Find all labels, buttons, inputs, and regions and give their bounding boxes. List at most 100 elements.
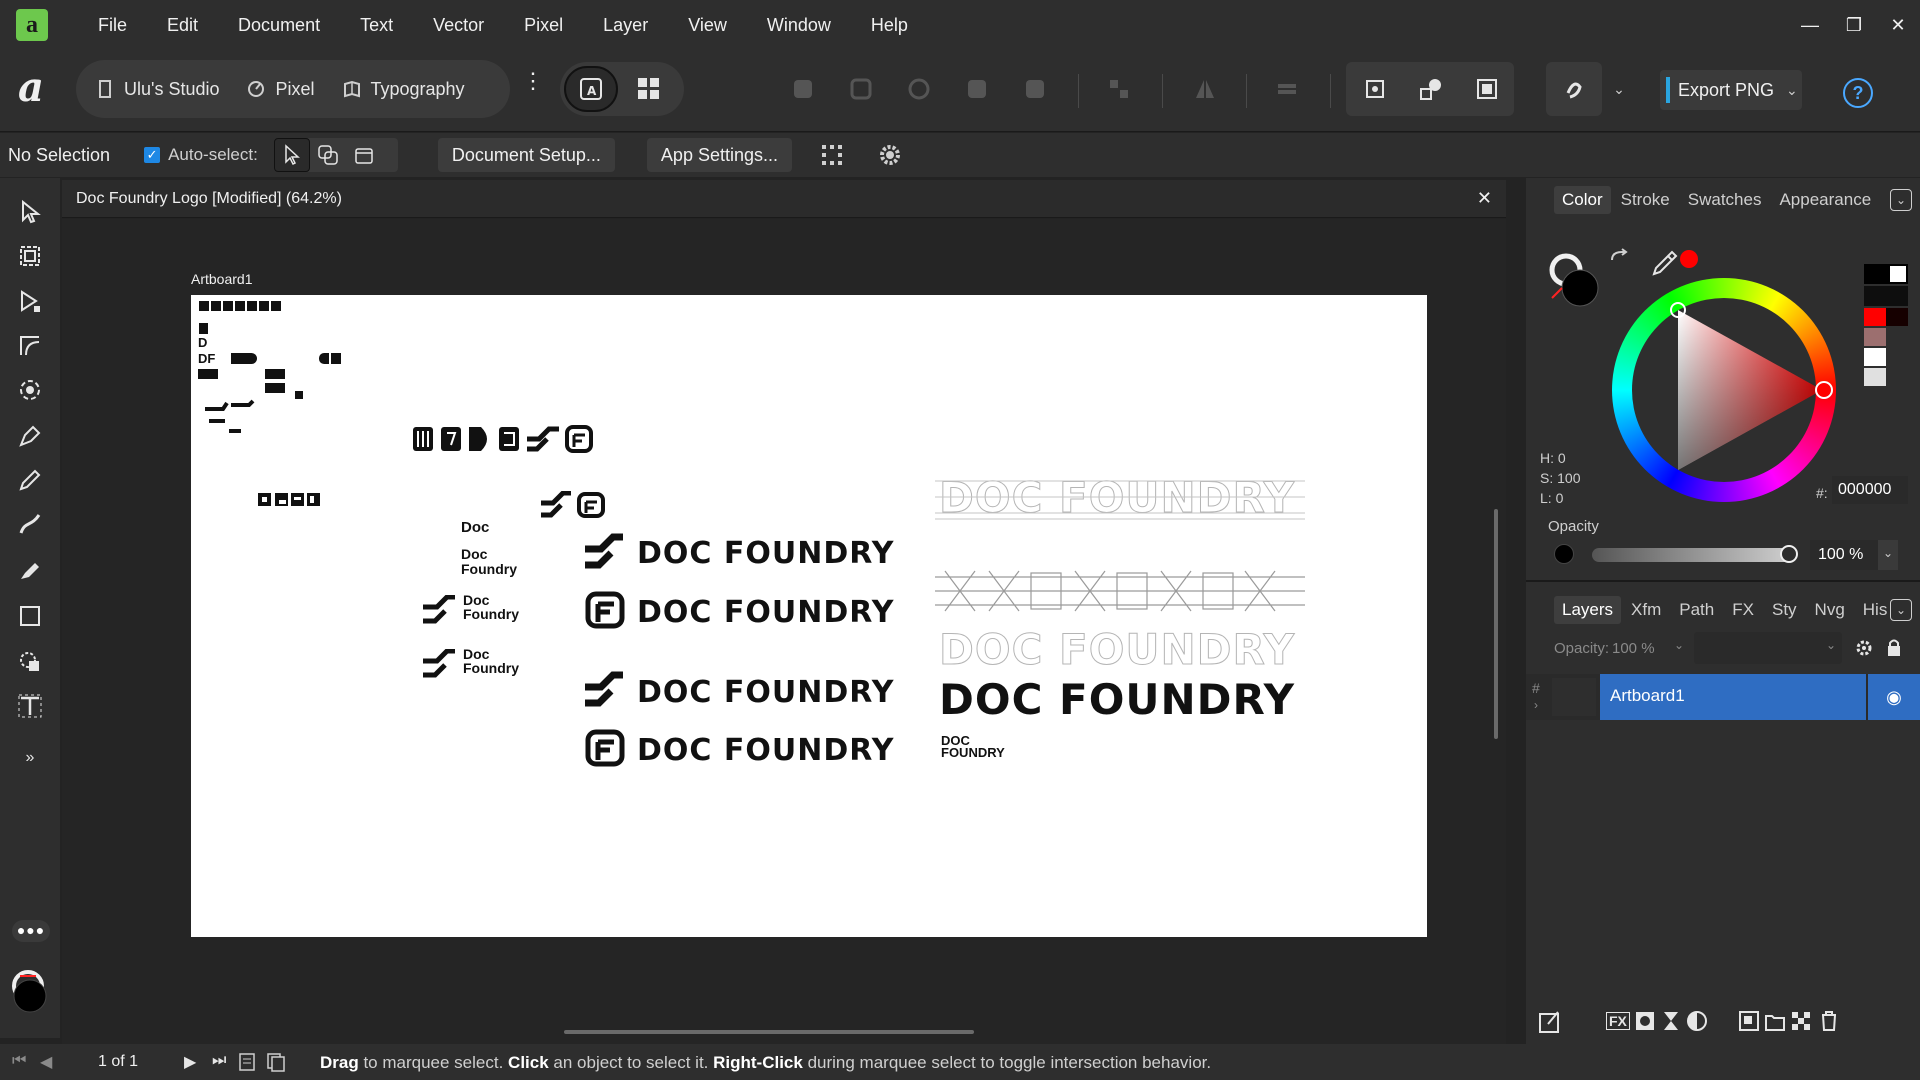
rectangle-tool-icon[interactable] bbox=[10, 596, 50, 636]
doc-label[interactable]: Doc bbox=[461, 520, 489, 535]
fill-stroke-swatch-icon[interactable] bbox=[10, 968, 52, 1013]
glyph-mark[interactable] bbox=[211, 301, 221, 311]
restore-icon[interactable]: ❐ bbox=[1832, 3, 1876, 47]
wordmark-lockup-1[interactable]: DOC FOUNDRY bbox=[637, 536, 894, 571]
layer-row[interactable]: # › Artboard1 ◉ bbox=[1526, 674, 1920, 720]
menu-edit[interactable]: Edit bbox=[147, 0, 218, 50]
artboard[interactable]: D DF Doc Doc Foundry Doc Foundry Doc Fou… bbox=[191, 295, 1427, 937]
menu-window[interactable]: Window bbox=[747, 0, 851, 50]
collapse-panel-icon[interactable]: ⌄ bbox=[1890, 189, 1912, 211]
s-mark-icon[interactable] bbox=[421, 595, 459, 625]
persona-typography[interactable]: Typography bbox=[343, 79, 465, 100]
snapping-icon[interactable] bbox=[1414, 72, 1448, 106]
next-page-icon[interactable]: ▶ bbox=[184, 1052, 196, 1072]
collapse-layers-icon[interactable]: ⌄ bbox=[1890, 599, 1912, 621]
grid-snap-icon[interactable] bbox=[814, 138, 850, 172]
hourglass-icon[interactable] bbox=[1660, 1010, 1682, 1032]
small-icon-set[interactable] bbox=[257, 491, 323, 509]
swatch-red[interactable] bbox=[1864, 308, 1886, 326]
wordmark-lockup-3[interactable]: DOC FOUNDRY bbox=[637, 675, 894, 710]
grid-view-icon[interactable] bbox=[622, 66, 676, 112]
menu-document[interactable]: Document bbox=[218, 0, 340, 50]
opacity-slider[interactable] bbox=[1592, 545, 1798, 563]
artboard-tool-icon[interactable] bbox=[10, 236, 50, 276]
more-tools-icon[interactable]: ●●● bbox=[12, 920, 50, 942]
tab-appearance[interactable]: Appearance bbox=[1771, 186, 1879, 214]
swatch-white-2[interactable] bbox=[1864, 348, 1886, 366]
tab-color[interactable]: Color bbox=[1554, 186, 1611, 214]
logo-icon-row[interactable] bbox=[411, 423, 595, 455]
add-shape-icon[interactable] bbox=[786, 72, 820, 106]
layer-name-cell[interactable]: Artboard1 bbox=[1600, 674, 1866, 720]
doc-label-stack[interactable]: Doc bbox=[461, 547, 487, 562]
close-window-icon[interactable]: ✕ bbox=[1876, 3, 1920, 47]
tab-swatches[interactable]: Swatches bbox=[1680, 186, 1770, 214]
tab-transform[interactable]: Xfm bbox=[1623, 596, 1669, 624]
assistant-icon[interactable] bbox=[1557, 72, 1591, 106]
opacity-color-swatch[interactable] bbox=[1554, 544, 1574, 564]
picked-color-swatch[interactable] bbox=[1680, 250, 1698, 268]
intersect-shape-icon[interactable] bbox=[902, 72, 936, 106]
visibility-eye-icon[interactable]: ◉ bbox=[1868, 674, 1920, 720]
s-mark-icon[interactable] bbox=[421, 649, 459, 679]
glyph-mark[interactable] bbox=[265, 369, 285, 379]
glyph-mark[interactable] bbox=[231, 353, 257, 364]
eyedropper-icon[interactable] bbox=[1650, 248, 1680, 278]
single-view-icon[interactable]: A bbox=[564, 66, 618, 112]
menu-pixel[interactable]: Pixel bbox=[504, 0, 583, 50]
logo-mark-pair[interactable] bbox=[539, 491, 607, 519]
wordmark-lockup-4[interactable]: DOC FOUNDRY bbox=[637, 733, 894, 768]
tab-fx[interactable]: FX bbox=[1724, 596, 1762, 624]
glyph-mark[interactable] bbox=[271, 301, 281, 311]
corner-tool-icon[interactable] bbox=[10, 326, 50, 366]
tab-styles[interactable]: Sty bbox=[1764, 596, 1805, 624]
s-logo-mark[interactable] bbox=[583, 533, 625, 571]
app-logo-icon[interactable]: a bbox=[16, 9, 48, 41]
align-icon[interactable] bbox=[1102, 72, 1136, 106]
prev-page-icon[interactable]: ◀ bbox=[40, 1052, 52, 1072]
adjustment-icon[interactable] bbox=[1686, 1010, 1708, 1032]
opacity-input[interactable]: 100 % bbox=[1810, 540, 1878, 570]
vertical-scrollbar[interactable] bbox=[1494, 509, 1498, 739]
pages-icon[interactable] bbox=[266, 1052, 286, 1072]
s-logo-mark[interactable] bbox=[583, 671, 625, 709]
shape-builder-tool-icon[interactable] bbox=[10, 642, 50, 682]
fx-icon[interactable]: FX bbox=[1606, 1012, 1630, 1030]
tab-navigator[interactable]: Nvg bbox=[1807, 596, 1853, 624]
first-page-icon[interactable]: ⏮ bbox=[12, 1052, 26, 1070]
arrange-icon[interactable] bbox=[1270, 72, 1304, 106]
layer-settings-icon[interactable] bbox=[1854, 638, 1874, 658]
menu-vector[interactable]: Vector bbox=[413, 0, 504, 50]
swatch-dusty[interactable] bbox=[1864, 328, 1886, 346]
transform-tool-icon[interactable] bbox=[10, 370, 50, 410]
layer-opacity-dropdown-icon[interactable]: ⌄ bbox=[1674, 638, 1684, 652]
mask-icon[interactable] bbox=[1634, 1010, 1656, 1032]
edit-layer-icon[interactable] bbox=[1538, 1010, 1562, 1034]
swatch-dark-red[interactable] bbox=[1886, 308, 1908, 326]
expand-tools-icon[interactable]: » bbox=[10, 738, 50, 778]
autoselect-checkbox[interactable]: ✓ bbox=[144, 147, 161, 163]
delete-layer-icon[interactable] bbox=[1818, 1010, 1840, 1032]
chevron-down-icon[interactable]: ⌄ bbox=[1786, 82, 1798, 99]
expand-layer-icon[interactable]: › bbox=[1534, 698, 1538, 712]
transform-origin-icon[interactable] bbox=[1358, 72, 1392, 106]
export-button[interactable]: Export PNG ⌄ bbox=[1660, 70, 1802, 110]
construction-outline-wordmark[interactable] bbox=[935, 567, 1315, 617]
ghost-wordmark-2[interactable]: DOC FOUNDRY bbox=[939, 625, 1295, 675]
canvas[interactable]: Artboard1 D DF Doc Doc Foundry Doc Found… bbox=[62, 219, 1506, 1044]
layer-opacity-input[interactable]: 100 % bbox=[1612, 640, 1655, 657]
studio-logo-icon[interactable]: a bbox=[18, 68, 58, 108]
mini-s-mark[interactable] bbox=[203, 399, 259, 435]
minimize-icon[interactable]: — bbox=[1788, 3, 1832, 47]
close-document-icon[interactable]: ✕ bbox=[1477, 188, 1492, 209]
assistant-dropdown-icon[interactable]: ⌄ bbox=[1602, 72, 1636, 106]
swap-colors-icon[interactable] bbox=[1608, 248, 1632, 272]
horizontal-scrollbar[interactable] bbox=[564, 1030, 974, 1034]
page-icon[interactable] bbox=[238, 1052, 256, 1072]
new-group-icon[interactable] bbox=[1764, 1010, 1786, 1032]
opacity-dropdown-icon[interactable]: ⌄ bbox=[1878, 540, 1898, 570]
node-tool-icon[interactable] bbox=[10, 282, 50, 322]
text-tool-icon[interactable] bbox=[10, 686, 50, 726]
menu-help[interactable]: Help bbox=[851, 0, 928, 50]
fill-stroke-icon[interactable] bbox=[1546, 250, 1616, 320]
